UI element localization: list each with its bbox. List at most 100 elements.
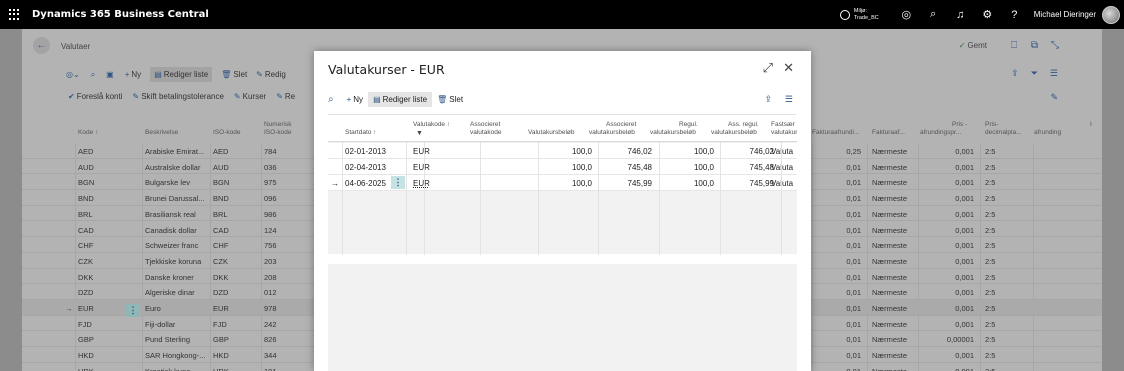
cell-code[interactable]: EUR (78, 304, 118, 313)
new-button[interactable]: + Ny (125, 70, 141, 79)
cell-desc: Pund Sterling (145, 335, 191, 345)
cell-code[interactable]: EUR (413, 147, 453, 156)
exchange-rates-button[interactable]: ✎ Kurser (234, 92, 266, 101)
cell-code[interactable]: BRL (78, 210, 118, 219)
cell-d: 2:5 (985, 319, 996, 329)
new-button[interactable]: + Ny (342, 92, 368, 107)
col-assoc-rate-amount-1[interactable]: Associeret (606, 121, 636, 128)
edit-list-button[interactable]: ▤ Rediger liste (368, 91, 433, 107)
table-row[interactable]: 02-04-2013 EUR 100,0 745,48 100,0 745,48 Valut… (328, 159, 797, 175)
col-price-rounding-2[interactable]: afrundingspr... (920, 129, 961, 136)
col-fixed-1[interactable]: Fastsær (771, 121, 795, 128)
col-rate-amount[interactable]: Valutakursbeløb (528, 129, 575, 136)
close-icon[interactable]: ✕ (783, 60, 794, 76)
cell-code[interactable]: DKK (78, 273, 118, 282)
payment-tolerance-button[interactable]: ✎ Skift betalingstolerance (133, 92, 224, 101)
cell-d: 2:5 (985, 162, 996, 172)
share-icon[interactable]: ⇪ (764, 94, 772, 105)
cell-code[interactable]: DZD (78, 288, 118, 297)
list-view-icon[interactable]: ☰ (1050, 68, 1058, 79)
col-fixed-2[interactable]: valutakur (771, 129, 797, 136)
col-rounding-1[interactable]: I (1090, 121, 1092, 128)
cell-code[interactable]: CAD (78, 226, 118, 235)
cell-fixed[interactable]: Valuta (771, 163, 797, 172)
col-price-rounding-1[interactable]: Pris - (952, 121, 967, 128)
open-new-window-icon[interactable]: ⧉ (1031, 40, 1038, 51)
cell-r: 0,01 (812, 367, 861, 371)
cell-code[interactable]: AED (78, 147, 118, 156)
notification-bell-icon[interactable]: ♫ (947, 0, 974, 29)
cell-code[interactable]: HKD (78, 351, 118, 360)
collapse-icon[interactable]: ⤡ (1051, 40, 1059, 51)
user-name[interactable]: Michael Dieringer (1034, 10, 1096, 19)
empty-new-row[interactable] (328, 254, 797, 264)
cell-fixed[interactable]: Valuta (771, 179, 797, 188)
help-icon[interactable]: ? (1001, 0, 1028, 29)
col-rounding-2[interactable]: afrunding (1034, 129, 1061, 136)
col-iso-num-2[interactable]: ISO-kode (264, 129, 291, 136)
cell-code[interactable]: CZK (78, 257, 118, 266)
cell-fixed[interactable]: Valuta (771, 147, 797, 156)
table-row[interactable]: → ⋮ 04-06-2025 EUR 100,0 745,99 100,0 745,99 Val… (328, 175, 797, 191)
cell-code[interactable]: EUR (413, 179, 453, 188)
cell-code[interactable]: CHF (78, 241, 118, 250)
dialog-action-bar: ⌕ + Ny ▤ Rediger liste 🗑 Slet (328, 91, 468, 107)
col-invoice-rounding-type[interactable]: Fakturaaf... (872, 129, 905, 136)
truncated-action-button[interactable]: ✎ Re (276, 92, 295, 101)
cell-desc: Arabiske Emirat... (145, 147, 205, 156)
share-icon[interactable]: ⇪ (1011, 68, 1019, 79)
cell-code[interactable]: FJD (78, 320, 118, 329)
cell-start[interactable]: 02-01-2013 (345, 147, 395, 156)
app-title[interactable]: Dynamics 365 Business Central (32, 9, 209, 20)
cell-code[interactable]: HRK (78, 367, 118, 371)
col-adj-rate-amount-2[interactable]: valutakursbeløb (650, 129, 696, 136)
cell-code[interactable]: EUR (413, 163, 453, 172)
edit-list-button[interactable]: ▤ Rediger liste (150, 67, 213, 82)
view-options-icon[interactable]: ◎⌄ (66, 70, 80, 79)
col-iso[interactable]: ISO-kode (213, 129, 240, 136)
cell-start[interactable]: 02-04-2013 (345, 163, 395, 172)
app-launcher-icon[interactable] (9, 8, 21, 21)
col-assoc-code-1[interactable]: Associeret (470, 121, 500, 128)
col-description[interactable]: Beskrivelse (145, 129, 178, 136)
bookmark-icon[interactable]: ⎕ (1011, 40, 1017, 51)
col-assoc-rate-amount-2[interactable]: valutakursbeløb (589, 129, 635, 136)
filter-icon[interactable]: ▼ (416, 130, 423, 137)
gear-icon[interactable]: ⚙ (974, 0, 1001, 29)
col-code[interactable]: Kode ↑ (78, 129, 98, 136)
edit-button[interactable]: ✎ Redig (256, 70, 286, 79)
list-view-icon[interactable]: ☰ (785, 94, 793, 105)
grid-line (424, 142, 425, 255)
table-row[interactable]: 02-01-2013 EUR 100,0 746,02 100,0 746,02 Valut… (328, 143, 797, 159)
col-start-date[interactable]: Startdato ↑ (345, 129, 376, 136)
col-adj-rate-amount-1[interactable]: Regul. (679, 121, 698, 128)
cell-code[interactable]: GBP (78, 335, 118, 344)
filter-pane-icon[interactable]: ▣ (106, 70, 114, 79)
delete-button[interactable]: 🗑 Slet (221, 70, 247, 79)
col-price-decimals-1[interactable]: Pris- (985, 121, 998, 128)
suggest-accounts-button[interactable]: ✔ Foreslå konti (68, 92, 123, 101)
col-assoc-code-2[interactable]: valutakode (470, 129, 501, 136)
col-invoice-rounding[interactable]: Fakturaafrundi... (812, 129, 859, 136)
col-ass-adj-rate-amount-2[interactable]: valutakursbeløb (711, 129, 757, 136)
cell-code[interactable]: BND (78, 194, 118, 203)
col-iso-num-1[interactable]: Numerisk (264, 121, 291, 128)
delete-button[interactable]: 🗑 Slet (432, 92, 468, 107)
filter-icon[interactable]: ⏷ (1031, 68, 1038, 79)
cell-start[interactable]: 04-06-2025 (345, 179, 395, 188)
environment-label: Miljø: (853, 7, 868, 14)
col-price-decimals-2[interactable]: decimalpla... (985, 129, 1022, 136)
cell-code[interactable]: AUD (78, 163, 118, 172)
search-icon[interactable]: ⌕ (920, 0, 947, 29)
environment-indicator[interactable]: Miljø: Trade_BC (839, 7, 879, 22)
search-icon[interactable]: ⌕ (91, 70, 95, 80)
col-ass-adj-rate-amount-1[interactable]: Ass. regul. (728, 121, 759, 128)
avatar[interactable] (1102, 5, 1120, 24)
cell-code[interactable]: BGN (78, 178, 118, 187)
pin-icon[interactable]: ✎ (1050, 92, 1058, 103)
search-icon[interactable]: ⌕ (328, 94, 334, 105)
copilot-icon[interactable]: ◎ (893, 0, 920, 29)
col-currency-code[interactable]: Valutakode ↑ (413, 121, 450, 128)
back-arrow-icon[interactable]: ← (33, 37, 50, 54)
expand-icon[interactable]: ⤢ (763, 60, 773, 76)
